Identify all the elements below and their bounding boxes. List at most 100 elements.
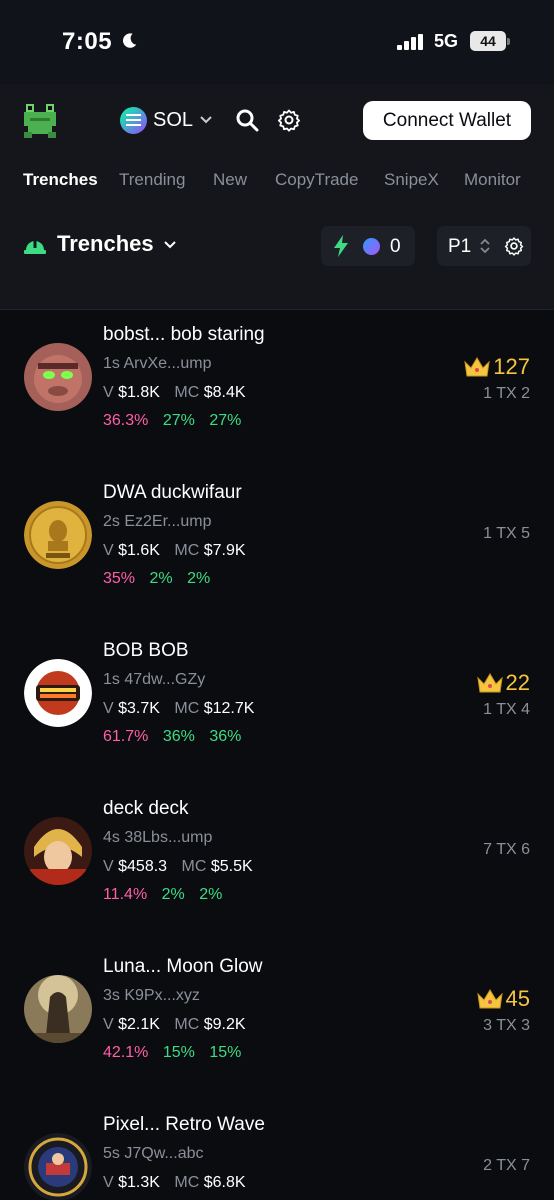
pct-1: 61.7% [103, 728, 149, 745]
tx-count: 1 TX 5 [483, 525, 530, 542]
chevron-down-icon[interactable] [163, 238, 177, 252]
token-avatar [24, 501, 92, 569]
mc-value: $5.5K [210, 858, 253, 875]
pct-1: 35% [103, 570, 136, 587]
mc-value: $7.9K [203, 542, 246, 559]
token-name: Luna... Moon Glow [103, 956, 263, 977]
mc-value: $9.2K [203, 1016, 246, 1033]
pct-3: 2% [199, 886, 223, 903]
crown-count: 127 [493, 354, 530, 379]
mc-label: MC [174, 1016, 200, 1033]
volume-label: V [103, 700, 114, 717]
volume-value: $458.3 [118, 858, 168, 875]
quick-filter-button[interactable]: 0 [321, 226, 415, 266]
page-label: P1 [448, 236, 472, 257]
nav-tabs: Trenches Trending New CopyTrade SnipeX M… [0, 158, 554, 204]
tab-snipex[interactable]: SnipeX [384, 170, 439, 190]
volume-label: V [103, 1174, 114, 1191]
frog-logo-icon[interactable] [22, 104, 58, 138]
volume-value: $3.7K [118, 700, 160, 717]
token-meta[interactable]: 1s ArvXe...ump [103, 355, 212, 373]
volume-value: $1.8K [118, 384, 160, 401]
token-name: BOB BOB [103, 640, 189, 661]
pct-3: 27% [209, 412, 242, 429]
mc-label: MC [174, 384, 200, 401]
pct-3: 2% [187, 570, 211, 587]
volume-label: V [103, 384, 114, 401]
token-row[interactable]: bobst... bob staring 1s ArvXe...ump V $1… [0, 311, 554, 469]
network-label: 5G [434, 31, 459, 51]
token-stats: V $1.3K MC $6.8K [103, 1174, 256, 1192]
pct-3: 36% [209, 728, 242, 745]
pct-1: 42.1% [103, 1044, 149, 1061]
token-row[interactable]: BOB BOB 1s 47dw...GZy V $3.7K MC $12.7K … [0, 627, 554, 785]
pct-2: 2% [161, 886, 185, 903]
signal-icon [397, 34, 423, 50]
token-name: Pixel... Retro Wave [103, 1114, 265, 1135]
mc-label: MC [174, 1174, 200, 1191]
token-stats: V $1.8K MC $8.4K [103, 384, 256, 402]
chain-label: SOL [153, 108, 194, 131]
token-row[interactable]: deck deck 4s 38Lbs...ump V $458.3 MC $5.… [0, 785, 554, 943]
token-percentages: 42.1% 15% 15% [103, 1044, 251, 1062]
token-meta[interactable]: 2s Ez2Er...ump [103, 513, 212, 531]
volume-value: $1.6K [118, 542, 160, 559]
pct-2: 15% [162, 1044, 195, 1061]
lightning-icon [334, 235, 348, 257]
tab-trending[interactable]: Trending [119, 170, 185, 190]
token-meta[interactable]: 1s 47dw...GZy [103, 671, 205, 689]
volume-label: V [103, 542, 114, 559]
app-header: SOL Connect Wallet [0, 84, 554, 158]
token-row[interactable]: Pixel... Retro Wave 5s J7Qw...abc V $1.3… [0, 1101, 554, 1200]
chain-selector[interactable]: SOL [120, 105, 213, 135]
volume-value: $2.1K [118, 1016, 160, 1033]
crown-count: 22 [505, 670, 530, 695]
tx-count: 3 TX 3 [483, 1017, 530, 1034]
crown-icon [476, 989, 503, 1009]
tab-trenches[interactable]: Trenches [23, 170, 98, 190]
mc-label: MC [174, 542, 200, 559]
mc-label: MC [181, 858, 207, 875]
search-icon[interactable] [235, 108, 259, 132]
token-stats: V $2.1K MC $9.2K [103, 1016, 256, 1034]
token-row[interactable]: Luna... Moon Glow 3s K9Px...xyz V $2.1K … [0, 943, 554, 1101]
mc-label: MC [174, 700, 200, 717]
battery-tip [507, 38, 510, 45]
token-meta[interactable]: 4s 38Lbs...ump [103, 829, 212, 847]
tx-count: 1 TX 2 [483, 385, 530, 402]
page-selector[interactable]: P1 [437, 226, 531, 266]
tx-count: 1 TX 4 [483, 701, 530, 718]
volume-label: V [103, 1016, 114, 1033]
section-title[interactable]: Trenches [57, 231, 154, 257]
connect-wallet-button[interactable]: Connect Wallet [363, 101, 531, 140]
orb-icon [363, 238, 380, 255]
mc-value: $6.8K [203, 1174, 246, 1191]
pct-1: 11.4% [103, 886, 148, 903]
token-avatar [24, 1133, 92, 1200]
token-percentages: 35% 2% 2% [103, 570, 220, 588]
tab-new[interactable]: New [213, 170, 247, 190]
pct-1: 36.3% [103, 412, 149, 429]
tab-copytrade[interactable]: CopyTrade [275, 170, 358, 190]
settings-gear-icon[interactable] [277, 108, 301, 132]
battery-icon: 44 [470, 31, 506, 51]
crown-count: 45 [505, 986, 530, 1011]
token-meta[interactable]: 5s J7Qw...abc [103, 1145, 204, 1163]
token-name: bobst... bob staring [103, 324, 265, 345]
gear-icon[interactable] [504, 236, 524, 256]
status-time: 7:05 [62, 28, 113, 55]
crown-icon [476, 673, 503, 693]
volume-value: $1.3K [118, 1174, 160, 1191]
token-stats: V $458.3 MC $5.5K [103, 858, 263, 876]
token-avatar [24, 975, 92, 1043]
token-row[interactable]: DWA duckwifaur 2s Ez2Er...ump V $1.6K MC… [0, 469, 554, 627]
token-name: DWA duckwifaur [103, 482, 242, 503]
pct-2: 27% [162, 412, 195, 429]
token-meta[interactable]: 3s K9Px...xyz [103, 987, 200, 1005]
token-percentages: 11.4% 2% 2% [103, 886, 232, 904]
token-stats: V $3.7K MC $12.7K [103, 700, 264, 718]
tab-monitor[interactable]: Monitor [464, 170, 521, 190]
crown-badge: 22 [476, 670, 530, 696]
chevron-updown-icon [480, 238, 490, 254]
volume-label: V [103, 858, 114, 875]
